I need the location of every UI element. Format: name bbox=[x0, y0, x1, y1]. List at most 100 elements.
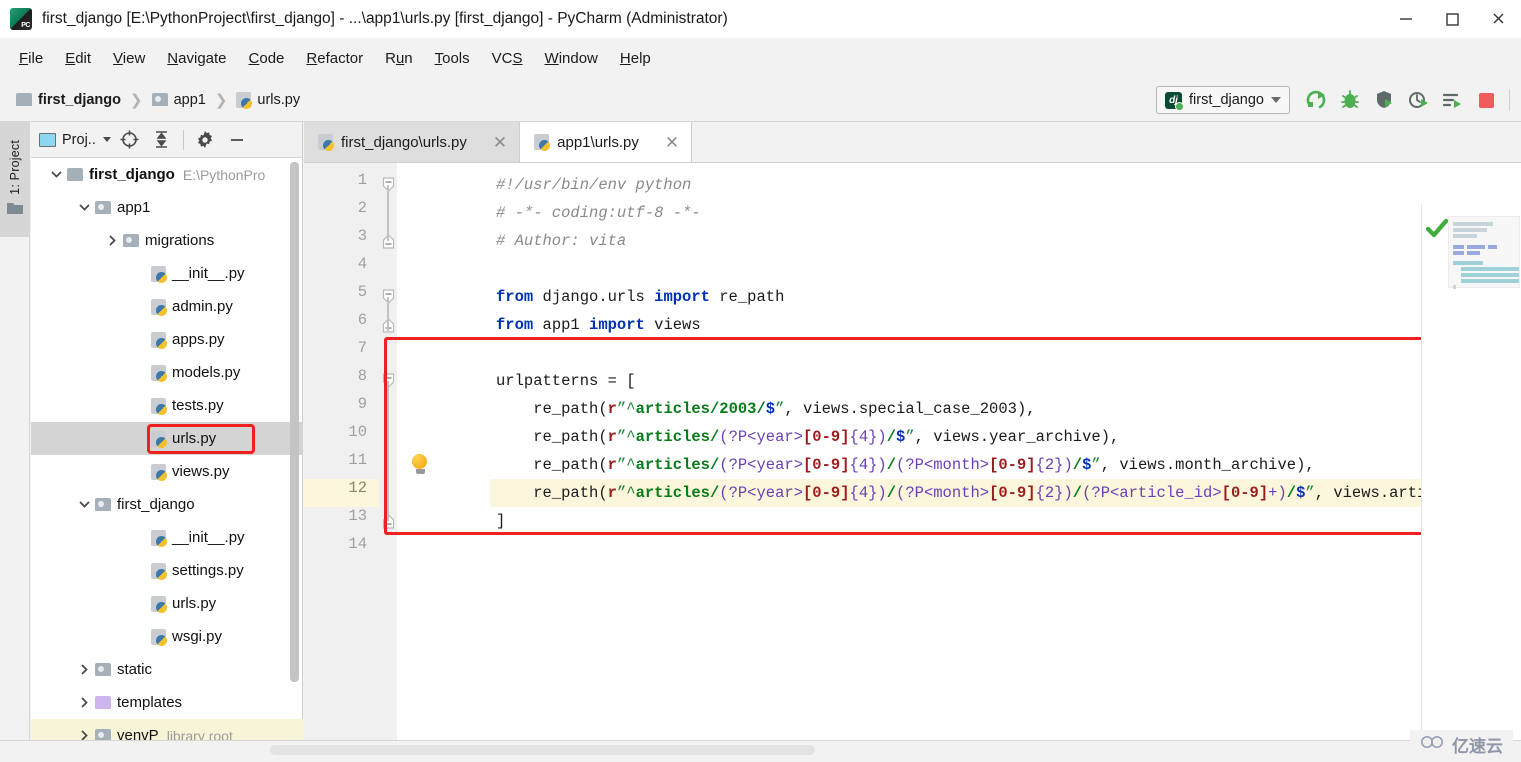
code-line-12[interactable]: re_path(r”^articles/(?P<year>[0-9]{4})/(… bbox=[496, 479, 1521, 507]
run-configuration-selector[interactable]: dj first_django bbox=[1156, 86, 1290, 114]
maximize-button[interactable] bbox=[1429, 0, 1475, 38]
line-number-7[interactable]: 7 bbox=[358, 339, 367, 357]
coverage-button[interactable] bbox=[1368, 84, 1400, 116]
code-line-8[interactable]: urlpatterns = [ bbox=[496, 367, 636, 395]
code-line-3[interactable]: # Author: vita bbox=[496, 227, 626, 255]
tree-item-models-py[interactable]: models.py bbox=[31, 356, 303, 389]
run-console-button[interactable] bbox=[1436, 84, 1468, 116]
chevron-down-icon[interactable] bbox=[45, 168, 67, 181]
menu-item-window[interactable]: Window bbox=[534, 46, 609, 71]
tree-item-settings-py[interactable]: settings.py bbox=[31, 554, 303, 587]
chevron-down-icon[interactable] bbox=[1271, 97, 1281, 103]
tree-item-static[interactable]: static bbox=[31, 653, 303, 686]
menu-item-edit[interactable]: Edit bbox=[54, 46, 102, 71]
line-number-5[interactable]: 5 bbox=[358, 283, 367, 301]
menu-item-tools[interactable]: Tools bbox=[424, 46, 481, 71]
line-number-11[interactable]: 11 bbox=[348, 451, 367, 469]
line-number-3[interactable]: 3 bbox=[358, 227, 367, 245]
tree-item-app1[interactable]: app1 bbox=[31, 191, 303, 224]
breadcrumb-item-app1[interactable]: app1 bbox=[148, 90, 210, 110]
menu-item-code[interactable]: Code bbox=[238, 46, 296, 71]
line-number-9[interactable]: 9 bbox=[358, 395, 367, 413]
line-number-2[interactable]: 2 bbox=[358, 199, 367, 217]
breadcrumb-item-first_django[interactable]: first_django bbox=[12, 90, 125, 110]
stop-button[interactable] bbox=[1470, 84, 1502, 116]
chevron-down-icon[interactable] bbox=[102, 137, 111, 142]
fold-gutter[interactable] bbox=[379, 163, 397, 740]
tree-item-__init__-py[interactable]: __init__.py bbox=[31, 257, 303, 290]
run-button[interactable] bbox=[1300, 84, 1332, 116]
chevron-right-icon[interactable] bbox=[73, 696, 95, 709]
chevron-right-icon[interactable] bbox=[101, 234, 123, 247]
tree-item-urls-py[interactable]: urls.py bbox=[31, 422, 303, 455]
minimize-button[interactable] bbox=[1383, 0, 1429, 38]
tree-item-__init__-py[interactable]: __init__.py bbox=[31, 521, 303, 554]
select-opened-file-button[interactable] bbox=[115, 125, 145, 155]
tree-item-views-py[interactable]: views.py bbox=[31, 455, 303, 488]
chevron-right-icon[interactable] bbox=[73, 729, 95, 740]
profile-button[interactable] bbox=[1402, 84, 1434, 116]
code-line-1[interactable]: #!/usr/bin/env python bbox=[496, 171, 691, 199]
gear-icon[interactable] bbox=[190, 125, 220, 155]
editor-minimap[interactable] bbox=[1421, 204, 1521, 740]
menu-item-file[interactable]: File bbox=[8, 46, 54, 71]
breadcrumb[interactable]: first_django ❯ app1 ❯ urls.py bbox=[0, 90, 304, 110]
chevron-right-icon[interactable] bbox=[73, 663, 95, 676]
menu-item-help[interactable]: Help bbox=[609, 46, 662, 71]
minimap-preview[interactable] bbox=[1448, 216, 1520, 289]
editor-tabs[interactable]: first_django\urls.py ✕ app1\urls.py ✕ bbox=[304, 122, 1521, 163]
tree-item-apps-py[interactable]: apps.py bbox=[31, 323, 303, 356]
collapse-all-button[interactable] bbox=[147, 125, 177, 155]
breadcrumb-item-urls-py[interactable]: urls.py bbox=[232, 90, 304, 110]
hide-panel-button[interactable] bbox=[222, 125, 252, 155]
menu-item-navigate[interactable]: Navigate bbox=[156, 46, 237, 71]
code-canvas[interactable]: #!/usr/bin/env python # -*- coding:utf-8 … bbox=[397, 163, 1521, 740]
tree-item-first_django[interactable]: first_django E:\PythonPro bbox=[31, 158, 303, 191]
code-line-13[interactable]: ] bbox=[496, 507, 505, 535]
code-editor[interactable]: 1 2 3 4 5 6 7 8 9 10 11 12 13 14 #!/usr/bin/env pytho… bbox=[304, 163, 1521, 740]
menu-bar[interactable]: File Edit View Navigate Code Refactor Run Tools… bbox=[0, 38, 1521, 78]
line-number-6[interactable]: 6 bbox=[358, 311, 367, 329]
close-button[interactable] bbox=[1475, 0, 1521, 38]
tree-item-migrations[interactable]: migrations bbox=[31, 224, 303, 257]
close-icon[interactable]: ✕ bbox=[493, 134, 507, 151]
code-line-2[interactable]: # -*- coding:utf-8 -*- bbox=[496, 199, 701, 227]
project-scrollbar[interactable] bbox=[290, 162, 299, 752]
line-number-13[interactable]: 13 bbox=[348, 507, 367, 525]
chevron-down-icon[interactable] bbox=[73, 498, 95, 511]
menu-item-view[interactable]: View bbox=[102, 46, 156, 71]
line-number-4[interactable]: 4 bbox=[358, 255, 367, 273]
code-line-9[interactable]: re_path(r”^articles/2003/$”, views.speci… bbox=[496, 395, 1035, 423]
code-line-10[interactable]: re_path(r”^articles/(?P<year>[0-9]{4})/$… bbox=[496, 423, 1119, 451]
sidebar-item-project[interactable]: 1: Project bbox=[0, 122, 30, 237]
tree-item-tests-py[interactable]: tests.py bbox=[31, 389, 303, 422]
editor-tab-first_django-urls-py[interactable]: first_django\urls.py ✕ bbox=[304, 122, 520, 162]
menu-item-vcs[interactable]: VCS bbox=[481, 46, 534, 71]
tree-item-templates[interactable]: templates bbox=[31, 686, 303, 719]
code-line-11[interactable]: re_path(r”^articles/(?P<year>[0-9]{4})/(… bbox=[496, 451, 1314, 479]
project-tree[interactable]: first_django E:\PythonPro app1 migrations __… bbox=[31, 158, 303, 740]
inspection-ok-icon[interactable] bbox=[1425, 218, 1449, 240]
scrollbar-thumb[interactable] bbox=[290, 162, 299, 682]
chevron-down-icon[interactable] bbox=[73, 201, 95, 214]
horizontal-scrollbar[interactable] bbox=[270, 745, 815, 755]
editor-gutter[interactable]: 1 2 3 4 5 6 7 8 9 10 11 12 13 14 bbox=[304, 163, 379, 740]
intention-bulb-icon[interactable] bbox=[412, 454, 429, 475]
close-icon[interactable]: ✕ bbox=[665, 134, 679, 151]
tree-item-urls-py[interactable]: urls.py bbox=[31, 587, 303, 620]
line-number-8[interactable]: 8 bbox=[358, 367, 367, 385]
line-number-10[interactable]: 10 bbox=[348, 423, 367, 441]
tree-item-first_django[interactable]: first_django bbox=[31, 488, 303, 521]
run-toolbar[interactable]: dj first_django bbox=[1156, 78, 1515, 122]
debug-button[interactable] bbox=[1334, 84, 1366, 116]
line-number-1[interactable]: 1 bbox=[358, 171, 367, 189]
code-line-6[interactable]: from app1 import views bbox=[496, 311, 701, 339]
tree-item-wsgi-py[interactable]: wsgi.py bbox=[31, 620, 303, 653]
line-number-14[interactable]: 14 bbox=[348, 535, 367, 553]
code-line-5[interactable]: from django.urls import re_path bbox=[496, 283, 784, 311]
menu-item-refactor[interactable]: Refactor bbox=[295, 46, 374, 71]
tree-item-admin-py[interactable]: admin.py bbox=[31, 290, 303, 323]
project-panel-title-button[interactable]: Proj.. bbox=[37, 132, 113, 148]
editor-tab-app1-urls-py[interactable]: app1\urls.py ✕ bbox=[519, 122, 693, 162]
window-controls[interactable] bbox=[1383, 0, 1521, 38]
